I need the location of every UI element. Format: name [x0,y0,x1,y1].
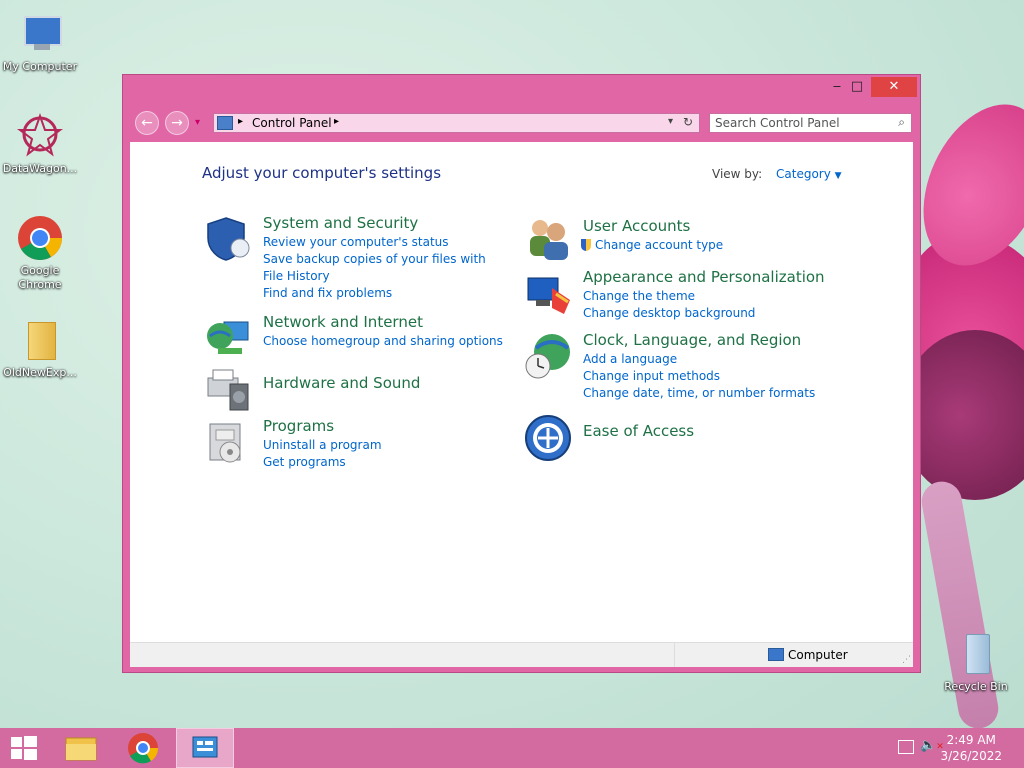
view-by-label: View by: [712,167,763,181]
uac-shield-icon [581,239,591,251]
computer-small-icon [768,648,784,661]
link-homegroup-sharing[interactable]: Choose homegroup and sharing options [263,333,503,350]
control-panel-window: ‒ □ ✕ ← → ▾ ▸ Control Panel ▸ ▾ ↻ Search… [122,74,921,673]
desktop-icon-label: Google Chrome [18,264,62,291]
taskbar: 🔈✕ 2:49 AM 3/26/2022 [0,728,1024,768]
category-system-security: System and Security Review your computer… [263,214,503,302]
category-title-user-accounts[interactable]: User Accounts [583,217,843,235]
network-globe-icon[interactable] [204,314,252,362]
printer-speaker-icon[interactable] [204,364,252,412]
view-by-control: View by: Category ▼ [712,167,842,181]
category-title-hardware-sound[interactable]: Hardware and Sound [263,374,503,392]
chrome-icon [128,733,159,764]
chrome-icon [16,214,64,262]
link-change-theme[interactable]: Change the theme [583,288,843,305]
category-programs: Programs Uninstall a program Get program… [263,417,503,471]
link-change-account-type[interactable]: Change account type [581,237,843,254]
link-get-programs[interactable]: Get programs [263,454,503,471]
view-by-value[interactable]: Category [776,167,831,181]
windows-logo-icon[interactable] [0,728,48,768]
link-review-status[interactable]: Review your computer's status [263,234,503,251]
control-panel-content: Adjust your computer's settings View by:… [130,142,913,642]
navigation-bar: ← → ▾ ▸ Control Panel ▸ ▾ ↻ Search Contr… [131,109,913,137]
page-title: Adjust your computer's settings [202,164,442,182]
maximize-button[interactable]: □ [843,77,871,97]
desktop-icon-datawagon[interactable]: DataWagon... [0,112,80,176]
desktop-icon-oldnewexplorer[interactable]: OldNewExp... [0,316,80,380]
network-tray-icon[interactable] [898,740,914,754]
appearance-icon[interactable] [524,270,572,318]
chevron-down-icon[interactable]: ▼ [835,171,842,181]
datawagon-icon [16,112,64,160]
control-panel-small-icon [217,116,233,130]
category-title-system-security[interactable]: System and Security [263,214,503,232]
link-uninstall-program[interactable]: Uninstall a program [263,437,503,454]
start-button[interactable] [0,728,48,768]
category-title-ease-of-access[interactable]: Ease of Access [583,422,843,440]
recent-pages-dropdown-icon[interactable]: ▾ [195,117,200,128]
resize-grip-icon[interactable]: ⋰ [902,655,911,665]
breadcrumb-control-panel[interactable]: Control Panel [252,116,332,130]
folder-icon [16,316,64,364]
system-clock[interactable]: 2:49 AM 3/26/2022 [940,732,1002,764]
link-change-account-type-label[interactable]: Change account type [595,238,723,252]
link-add-language[interactable]: Add a language [583,351,863,368]
close-button[interactable]: ✕ [871,77,917,97]
category-title-network-internet[interactable]: Network and Internet [263,313,503,331]
ease-of-access-icon[interactable] [524,414,572,462]
status-divider [674,643,675,667]
category-title-clock-language-region[interactable]: Clock, Language, and Region [583,331,863,349]
monitor-icon [16,10,64,58]
search-box[interactable]: Search Control Panel ⌕ [709,113,912,133]
desktop-icon-label: DataWagon... [2,162,78,175]
category-ease-of-access: Ease of Access [583,422,843,442]
shield-icon[interactable] [204,214,252,262]
category-network-internet: Network and Internet Choose homegroup an… [263,313,503,350]
folder-icon [65,737,97,761]
link-change-input-methods[interactable]: Change input methods [583,368,863,385]
address-bar[interactable]: ▸ Control Panel ▸ ▾ ↻ [213,113,700,133]
category-appearance: Appearance and Personalization Change th… [583,268,843,322]
clock-globe-icon[interactable] [524,332,572,380]
category-hardware-sound: Hardware and Sound [263,374,503,394]
search-input[interactable]: Search Control Panel [715,116,840,130]
desktop-icon-recycle-bin[interactable]: Recycle Bin [936,630,1016,694]
taskbar-control-panel[interactable] [176,728,234,768]
taskbar-google-chrome[interactable] [114,728,172,768]
desktop-icon-label: Recycle Bin [944,680,1008,693]
link-change-date-time-formats[interactable]: Change date, time, or number formats [583,385,863,402]
category-user-accounts: User Accounts Change account type [581,217,843,254]
status-location: Computer [788,648,848,662]
category-title-programs[interactable]: Programs [263,417,503,435]
clock-time: 2:49 AM [946,733,996,747]
breadcrumb-arrow-icon[interactable]: ▸ [334,116,339,127]
desktop-icon-my-computer[interactable]: My Computer [0,10,80,74]
link-find-fix-problems[interactable]: Find and fix problems [263,285,503,302]
forward-button[interactable]: → [165,111,189,135]
user-accounts-icon[interactable] [524,214,572,262]
link-change-desktop-background[interactable]: Change desktop background [583,305,843,322]
link-file-history[interactable]: Save backup copies of your files with Fi… [263,251,503,285]
address-dropdown-icon[interactable]: ▾ [668,116,673,127]
programs-icon[interactable] [204,418,252,466]
desktop-icon-label: OldNewExp... [3,366,77,379]
control-panel-icon [192,736,218,758]
recycle-bin-icon [952,630,1000,678]
refresh-icon[interactable]: ↻ [683,115,693,129]
breadcrumb-separator-icon: ▸ [238,116,244,127]
clock-date: 3/26/2022 [940,749,1002,763]
category-clock-language-region: Clock, Language, and Region Add a langua… [583,331,863,402]
desktop-icon-google-chrome[interactable]: Google Chrome [0,214,80,292]
desktop-icon-label: My Computer [2,60,78,73]
taskbar-file-explorer[interactable] [52,728,110,768]
back-button[interactable]: ← [135,111,159,135]
category-title-appearance[interactable]: Appearance and Personalization [583,268,843,286]
view-by-dropdown[interactable]: Category ▼ [776,167,842,181]
search-icon[interactable]: ⌕ [898,115,905,130]
status-bar: Computer ⋰ [130,642,913,667]
